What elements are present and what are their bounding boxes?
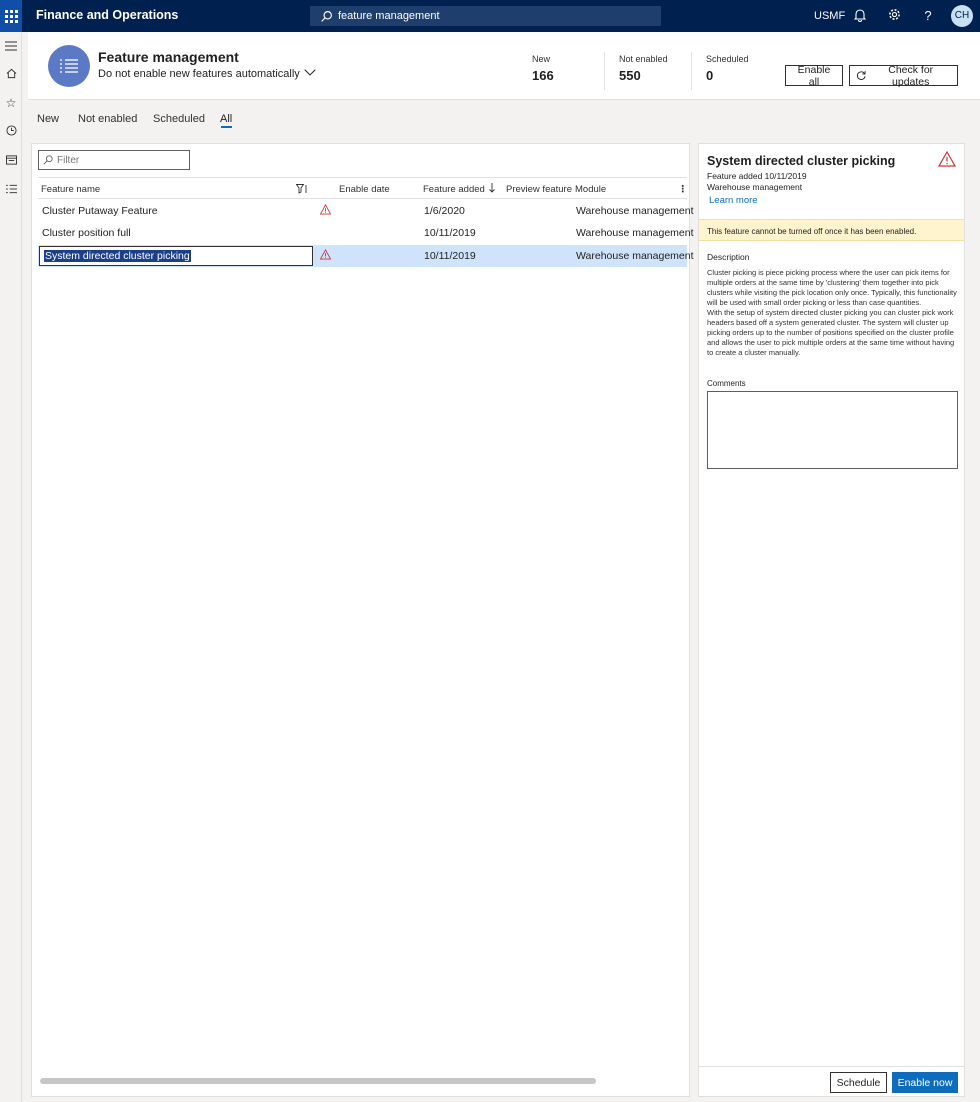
column-header-module[interactable]: Module <box>575 184 606 195</box>
search-icon <box>321 10 332 22</box>
sort-descending-icon[interactable] <box>488 183 496 193</box>
filter-sort-icon[interactable] <box>296 184 308 194</box>
cell-module: Warehouse management <box>576 205 694 217</box>
top-bar: Finance and Operations USMF ? CH <box>0 0 980 32</box>
cell-feature-added: 10/11/2019 <box>424 227 476 239</box>
table-row[interactable]: Cluster position full 10/11/2019 Warehou… <box>38 222 694 244</box>
stat-label: New <box>532 54 551 64</box>
stat-divider <box>604 52 605 90</box>
auto-enable-dropdown[interactable]: Do not enable new features automatically <box>98 64 316 80</box>
gear-icon[interactable] <box>887 8 901 24</box>
comments-label: Comments <box>707 379 746 388</box>
warning-icon <box>320 249 331 260</box>
table-row[interactable]: Cluster Putaway Feature 1/6/2020 Warehou… <box>38 200 694 222</box>
feature-detail-panel: System directed cluster picking Feature … <box>698 143 965 1097</box>
enable-all-button[interactable]: Enable all <box>785 64 843 88</box>
check-for-updates-button[interactable]: Check for updates <box>849 63 958 88</box>
filter-box[interactable] <box>38 150 190 170</box>
stat-label: Scheduled <box>706 54 749 64</box>
column-header-feature-added[interactable]: Feature added <box>423 184 485 195</box>
help-icon[interactable]: ? <box>921 8 935 24</box>
schedule-button[interactable]: Schedule <box>830 1072 887 1093</box>
clock-icon[interactable] <box>4 125 18 139</box>
cell-module: Warehouse management <box>576 227 694 239</box>
page-header: Feature management Do not enable new fea… <box>28 32 980 100</box>
check-for-updates-label: Check for updates <box>888 63 934 88</box>
stat-divider <box>691 52 692 90</box>
column-header-preview-feature[interactable]: Preview feature <box>506 184 572 195</box>
auto-enable-label: Do not enable new features automatically <box>98 68 300 80</box>
description-label: Description <box>707 252 750 262</box>
horizontal-scrollbar[interactable] <box>40 1078 596 1084</box>
warning-note: This feature cannot be turned off once i… <box>699 219 964 241</box>
app-launcher-button[interactable] <box>0 0 22 32</box>
bell-icon[interactable] <box>853 8 867 24</box>
feature-name-edit-field[interactable]: System directed cluster picking <box>39 246 313 266</box>
feature-list-icon <box>48 45 90 87</box>
more-options-icon[interactable]: ⋮ <box>678 184 688 195</box>
tab-not-enabled[interactable]: Not enabled <box>78 113 137 125</box>
cell-feature-added: 1/6/2020 <box>424 205 465 217</box>
detail-footer: Schedule Enable now <box>699 1066 964 1096</box>
home-icon[interactable] <box>4 68 18 82</box>
tab-scheduled[interactable]: Scheduled <box>153 113 205 125</box>
cell-feature-added: 10/11/2019 <box>424 250 476 262</box>
warning-icon <box>320 204 331 215</box>
page-title: Feature management <box>98 49 239 65</box>
tab-all[interactable]: All <box>220 113 232 125</box>
cell-module: Warehouse management <box>576 250 694 262</box>
grid-header: Feature name Enable date Feature added P… <box>38 177 688 199</box>
star-icon[interactable]: ☆ <box>4 96 18 110</box>
workspace-icon[interactable] <box>4 154 18 168</box>
stat-value: 166 <box>532 68 554 83</box>
detail-feature-added: Feature added 10/11/2019 <box>707 171 807 181</box>
enable-now-button[interactable]: Enable now <box>892 1072 958 1093</box>
table-row-selected[interactable]: System directed cluster picking 10/11/20… <box>38 245 694 267</box>
tab-new[interactable]: New <box>37 113 59 125</box>
column-header-enable-date[interactable]: Enable date <box>339 184 390 195</box>
avatar[interactable]: CH <box>951 5 973 27</box>
hamburger-icon[interactable] <box>4 40 18 54</box>
description-text: Cluster picking is piece picking process… <box>707 268 957 357</box>
waffle-icon <box>4 9 18 23</box>
cell-feature-name[interactable]: Cluster Putaway Feature <box>42 205 158 217</box>
left-navigation: ☆ <box>0 32 22 1102</box>
filter-input[interactable] <box>57 154 177 166</box>
detail-module: Warehouse management <box>707 182 803 192</box>
warning-icon <box>938 151 956 167</box>
stat-scheduled: Scheduled 0 <box>706 54 749 83</box>
active-tab-indicator <box>221 126 232 128</box>
search-icon <box>43 155 53 165</box>
feature-grid-panel: Feature name Enable date Feature added P… <box>31 143 694 1097</box>
modules-icon[interactable] <box>4 183 18 197</box>
search-box[interactable] <box>310 6 661 26</box>
company-selector[interactable]: USMF <box>814 10 845 22</box>
stat-label: Not enabled <box>619 54 668 64</box>
cell-feature-name[interactable]: Cluster position full <box>42 227 131 239</box>
stat-value: 550 <box>619 68 641 83</box>
app-title[interactable]: Finance and Operations <box>36 8 178 22</box>
stat-not-enabled: Not enabled 550 <box>619 54 668 83</box>
comments-field[interactable] <box>707 391 958 469</box>
learn-more-link[interactable]: Learn more <box>709 195 758 206</box>
chevron-down-icon <box>304 64 316 76</box>
cell-feature-name: System directed cluster picking <box>44 250 191 262</box>
column-header-feature-name[interactable]: Feature name <box>41 184 100 195</box>
stat-new: New 166 <box>532 54 554 83</box>
refresh-icon <box>856 71 866 80</box>
search-input[interactable] <box>338 10 638 22</box>
stat-value: 0 <box>706 68 714 83</box>
detail-title: System directed cluster picking <box>707 154 896 168</box>
